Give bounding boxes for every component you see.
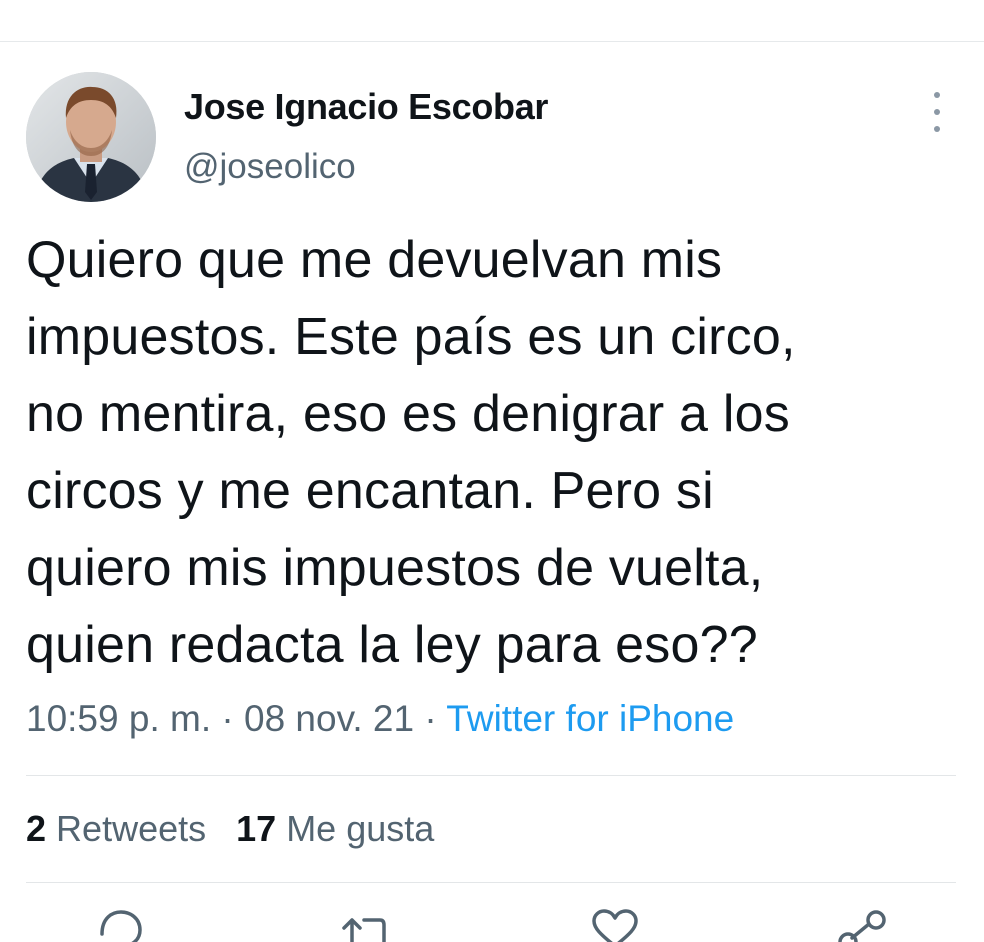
tweet-date[interactable]: 08 nov. 21 xyxy=(244,698,414,739)
divider xyxy=(26,775,956,776)
tweet-stats: 2 Retweets 17 Me gusta xyxy=(26,808,434,850)
tweet-time[interactable]: 10:59 p. m. xyxy=(26,698,211,739)
avatar[interactable] xyxy=(26,72,156,202)
reply-icon[interactable] xyxy=(98,908,144,942)
tweet-source-link[interactable]: Twitter for iPhone xyxy=(446,698,734,739)
top-divider xyxy=(0,41,984,42)
retweet-icon[interactable] xyxy=(340,908,390,942)
retweets-label: Retweets xyxy=(56,808,207,849)
retweets-stat[interactable]: 2 Retweets xyxy=(26,808,206,849)
meta-separator: · xyxy=(424,698,437,739)
action-bar xyxy=(0,908,984,942)
author-handle[interactable]: @joseolico xyxy=(184,147,356,187)
share-icon[interactable] xyxy=(836,908,888,942)
likes-stat[interactable]: 17 Me gusta xyxy=(236,808,434,849)
heart-icon[interactable] xyxy=(590,908,640,942)
divider xyxy=(26,882,956,883)
more-vertical-icon[interactable] xyxy=(922,92,952,132)
tweet-text: Quiero que me devuelvan mis impuestos. E… xyxy=(26,222,966,684)
tweet-text-line: quiero mis impuestos de vuelta, xyxy=(26,539,764,597)
tweet-text-line: circos y me encantan. Pero si xyxy=(26,462,714,520)
meta-separator: · xyxy=(221,698,234,739)
retweets-count: 2 xyxy=(26,808,47,849)
tweet-meta: 10:59 p. m. · 08 nov. 21 · Twitter for i… xyxy=(26,698,734,740)
likes-label: Me gusta xyxy=(286,808,435,849)
tweet-text-line: Quiero que me devuelvan mis xyxy=(26,231,723,289)
tweet-text-line: no mentira, eso es denigrar a los xyxy=(26,385,790,443)
tweet-text-line: quien redacta la ley para eso?? xyxy=(26,616,758,674)
avatar-photo xyxy=(26,72,156,202)
author-name[interactable]: Jose Ignacio Escobar xyxy=(184,86,548,128)
more-dot xyxy=(934,109,940,115)
more-dot xyxy=(934,92,940,98)
tweet-text-line: impuestos. Este país es un circo, xyxy=(26,308,796,366)
likes-count: 17 xyxy=(236,808,277,849)
more-dot xyxy=(934,126,940,132)
